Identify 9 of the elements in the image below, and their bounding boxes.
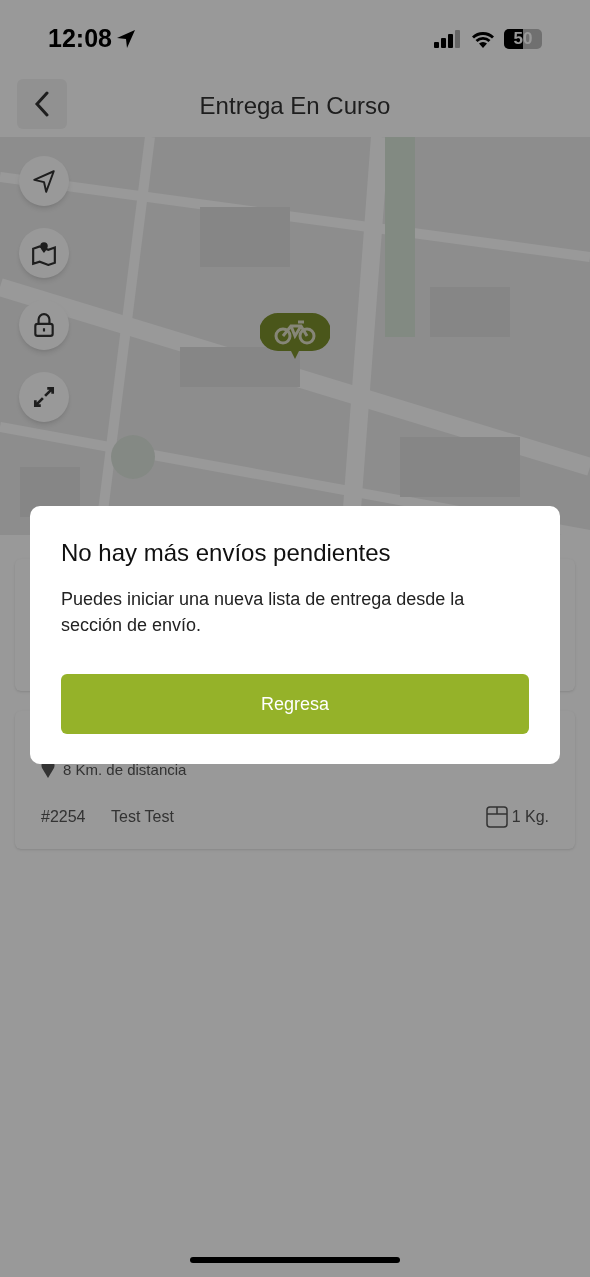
dialog-title: No hay más envíos pendientes [61, 538, 392, 568]
distance-text: 8 Km. de distancia [63, 759, 187, 780]
weight-text: 1 Kg. [511, 807, 549, 827]
status-time: 12:08 [48, 22, 112, 54]
order-number: #2254 [41, 807, 87, 827]
customer-name: Test Test [111, 807, 175, 827]
back-to-list-button[interactable]: Regresa [61, 674, 529, 734]
screen-title: Entrega En Curso [199, 91, 391, 121]
dialog-message: Puedes iniciar una nueva lista de entrega desde la sección de envío. [61, 588, 466, 637]
